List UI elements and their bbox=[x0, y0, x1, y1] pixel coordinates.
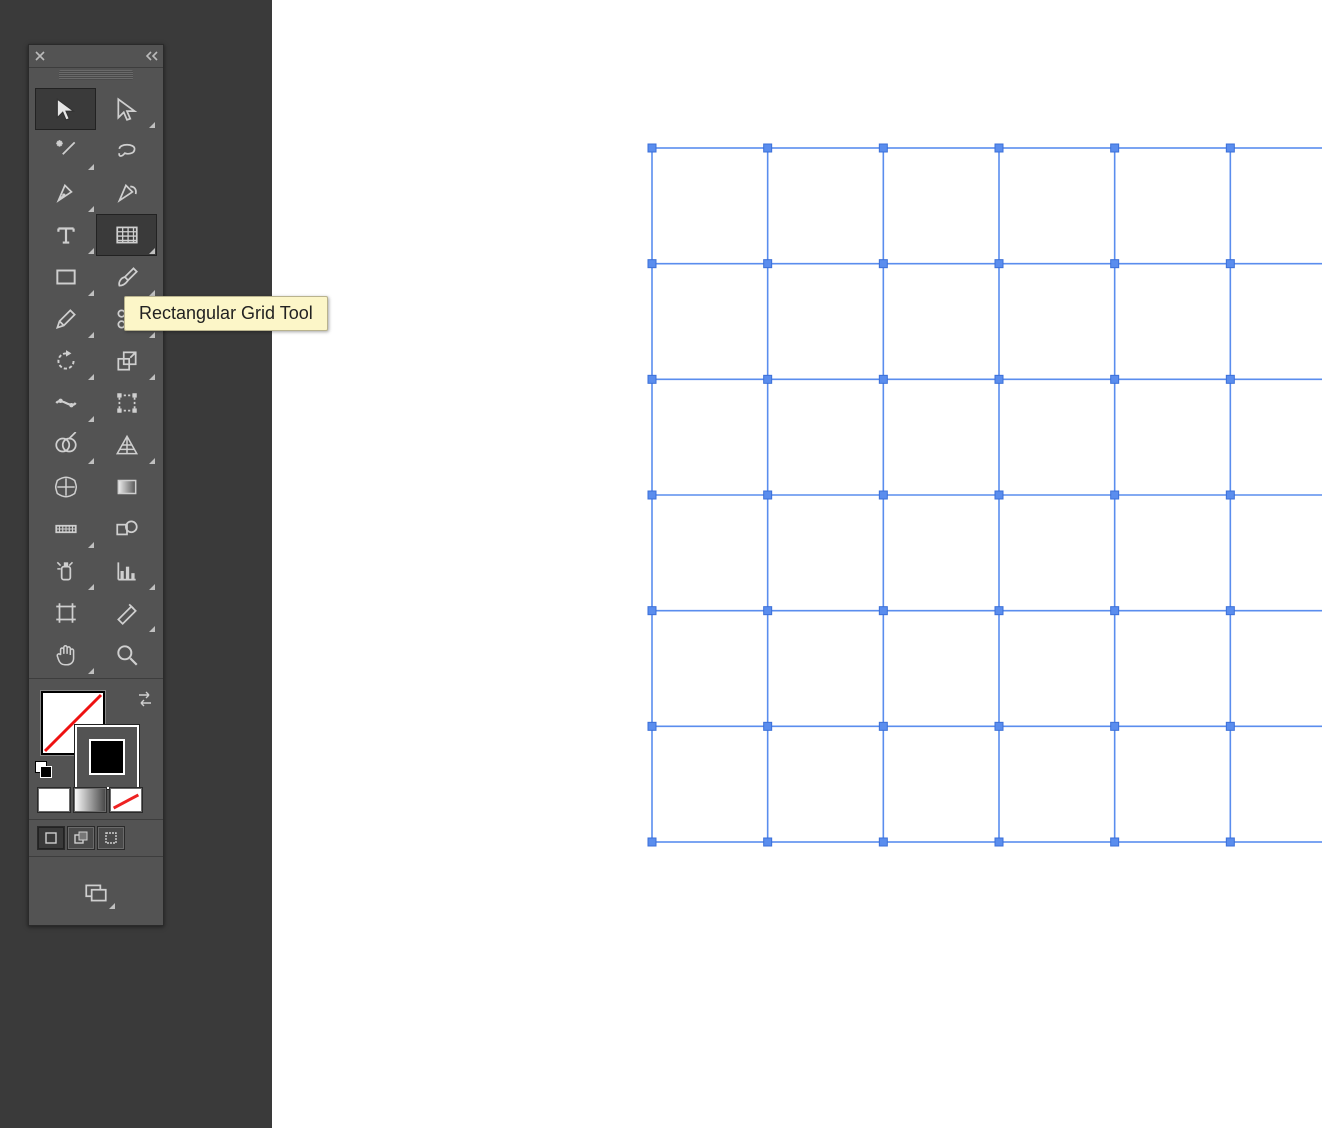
magic-wand-tool[interactable] bbox=[35, 130, 96, 172]
color-mode-solid[interactable] bbox=[37, 787, 71, 813]
gradient-tool[interactable] bbox=[96, 466, 157, 508]
tool-grid bbox=[29, 84, 163, 676]
symbol-sprayer-tool[interactable] bbox=[35, 550, 96, 592]
perspective-grid-tool[interactable] bbox=[96, 424, 157, 466]
blend-tool[interactable] bbox=[96, 508, 157, 550]
color-mode-row bbox=[29, 783, 163, 817]
curvature-tool[interactable] bbox=[96, 172, 157, 214]
screen-mode-button[interactable] bbox=[75, 875, 117, 911]
type-tool[interactable] bbox=[35, 214, 96, 256]
close-icon[interactable] bbox=[29, 45, 51, 67]
fill-stroke-control[interactable] bbox=[35, 687, 157, 783]
collapse-icon[interactable] bbox=[141, 45, 163, 67]
paintbrush-tool[interactable] bbox=[96, 256, 157, 298]
shape-builder-tool[interactable] bbox=[35, 424, 96, 466]
tools-panel-header[interactable] bbox=[29, 45, 163, 68]
draw-mode-row bbox=[29, 822, 163, 854]
direct-selection-tool[interactable] bbox=[96, 88, 157, 130]
zoom-tool[interactable] bbox=[96, 634, 157, 676]
rectangular-grid-tool[interactable] bbox=[96, 214, 157, 256]
default-fill-stroke-icon[interactable] bbox=[35, 761, 51, 777]
pen-tool[interactable] bbox=[35, 172, 96, 214]
rotate-tool[interactable] bbox=[35, 340, 96, 382]
free-transform-tool[interactable] bbox=[96, 382, 157, 424]
stroke-swatch[interactable] bbox=[75, 725, 139, 789]
tools-panel bbox=[28, 44, 164, 926]
swap-fill-stroke-icon[interactable] bbox=[135, 689, 155, 709]
eyedropper-tool[interactable] bbox=[35, 508, 96, 550]
hand-tool[interactable] bbox=[35, 634, 96, 676]
rectangle-tool[interactable] bbox=[35, 256, 96, 298]
panel-grip[interactable] bbox=[59, 70, 133, 80]
draw-normal[interactable] bbox=[37, 826, 65, 850]
scale-tool[interactable] bbox=[96, 340, 157, 382]
column-graph-tool[interactable] bbox=[96, 550, 157, 592]
draw-behind[interactable] bbox=[67, 826, 95, 850]
tool-tooltip: Rectangular Grid Tool bbox=[124, 296, 328, 331]
mesh-tool[interactable] bbox=[35, 466, 96, 508]
lasso-tool[interactable] bbox=[96, 130, 157, 172]
artboard[interactable] bbox=[272, 0, 1322, 1128]
width-tool[interactable] bbox=[35, 382, 96, 424]
rectangular-grid-object[interactable] bbox=[652, 148, 1322, 842]
slice-tool[interactable] bbox=[96, 592, 157, 634]
selection-tool[interactable] bbox=[35, 88, 96, 130]
artboard-tool[interactable] bbox=[35, 592, 96, 634]
color-mode-none[interactable] bbox=[109, 787, 143, 813]
pencil-tool[interactable] bbox=[35, 298, 96, 340]
color-mode-gradient[interactable] bbox=[73, 787, 107, 813]
draw-inside[interactable] bbox=[97, 826, 125, 850]
